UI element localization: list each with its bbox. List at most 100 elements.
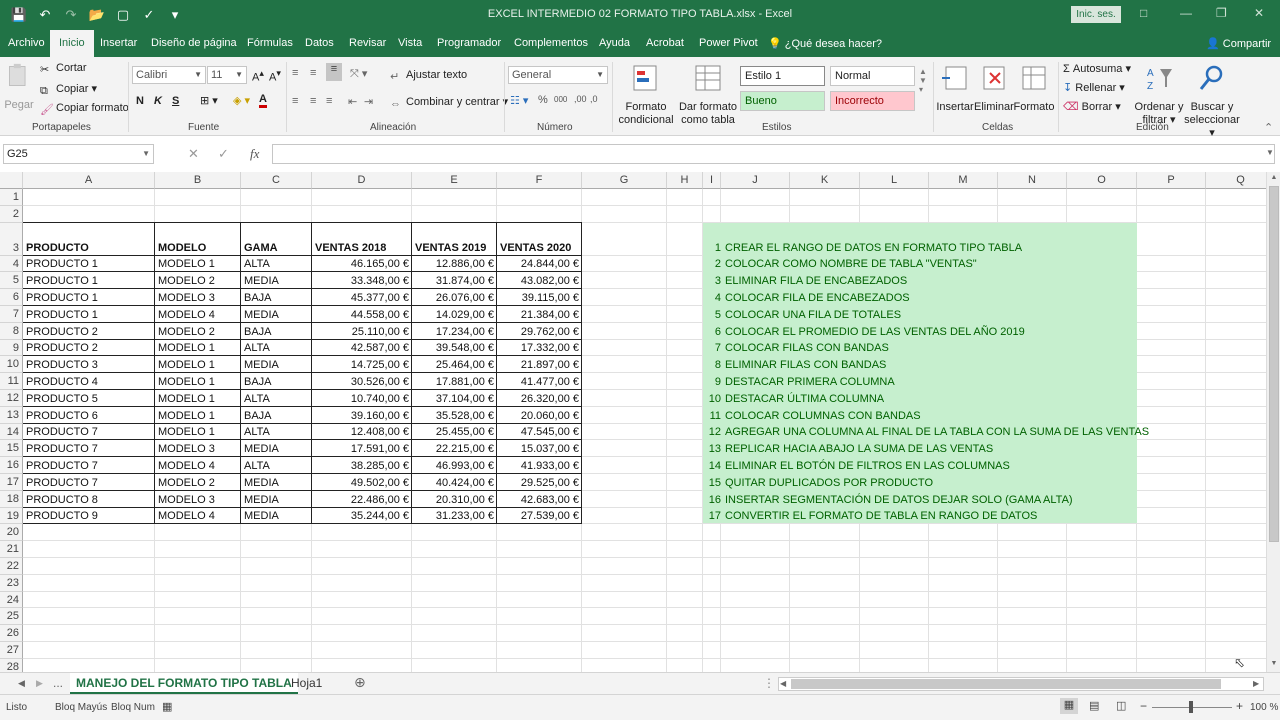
zoom-slider-thumb[interactable]	[1189, 701, 1193, 713]
align-middle-icon[interactable]: ≡	[310, 67, 316, 79]
table-cell[interactable]: MODELO 3	[155, 290, 241, 306]
conditional-format-button[interactable]: Formato condicional	[614, 63, 678, 127]
row-header-16[interactable]: 16	[0, 457, 23, 474]
row-header-28[interactable]: 28	[0, 658, 23, 672]
row-header-6[interactable]: 6	[0, 289, 23, 306]
table-cell[interactable]: PRODUCTO 7	[23, 424, 155, 440]
table-cell[interactable]: 31.233,00 €	[412, 508, 497, 524]
table-cell[interactable]: MEDIA	[241, 357, 312, 373]
table-cell[interactable]: 46.165,00 €	[312, 256, 412, 272]
minimize-icon[interactable]: —	[1180, 6, 1192, 20]
table-cell[interactable]: ALTA	[241, 256, 312, 272]
vertical-scroll-thumb[interactable]	[1269, 186, 1279, 542]
tab-revisar[interactable]: Revisar	[349, 37, 386, 49]
table-cell[interactable]: MEDIA	[241, 441, 312, 457]
add-sheet-icon[interactable]: ⊕	[348, 673, 372, 694]
more-sheets-button[interactable]: ...	[47, 673, 69, 694]
style-estilo1[interactable]: Estilo 1	[740, 66, 825, 86]
collapse-ribbon-icon[interactable]: ⌃	[1264, 121, 1273, 134]
tab-vista[interactable]: Vista	[398, 37, 422, 49]
table-cell[interactable]: PRODUCTO 7	[23, 475, 155, 491]
row-header-12[interactable]: 12	[0, 390, 23, 407]
maximize-icon[interactable]: ❐	[1216, 6, 1227, 20]
table-cell[interactable]: 27.539,00 €	[497, 508, 582, 524]
task-item[interactable]: 5 COLOCAR UNA FILA DE TOTALES	[704, 307, 901, 323]
table-cell[interactable]: ALTA	[241, 424, 312, 440]
row-header-21[interactable]: 21	[0, 541, 23, 558]
align-right-icon[interactable]: ≡	[326, 95, 332, 107]
styles-more-icon[interactable]: ▲ ▼ ▾	[919, 67, 927, 94]
table-cell[interactable]: PRODUCTO 1	[23, 307, 155, 323]
table-cell[interactable]: 25.464,00 €	[412, 357, 497, 373]
row-header-4[interactable]: 4	[0, 255, 23, 273]
task-item[interactable]: 1 CREAR EL RANGO DE DATOS EN FORMATO TIPO…	[704, 240, 1022, 256]
row-header-22[interactable]: 22	[0, 558, 23, 575]
number-format-select[interactable]: General ▼	[508, 66, 608, 84]
task-item[interactable]: 17 CONVERTIR EL FORMATO DE TABLA EN RANGO…	[704, 508, 1038, 524]
table-cell[interactable]: 20.310,00 €	[412, 492, 497, 508]
table-cell[interactable]: 40.424,00 €	[412, 475, 497, 491]
column-header-c[interactable]: C	[241, 172, 312, 189]
shrink-font-icon[interactable]: A▾	[269, 68, 281, 84]
delete-cells-button[interactable]: Eliminar	[974, 63, 1014, 114]
table-cell[interactable]: MODELO 4	[155, 458, 241, 474]
table-cell[interactable]: 17.881,00 €	[412, 374, 497, 390]
table-cell[interactable]: 39.548,00 €	[412, 340, 497, 356]
fill-color-icon[interactable]: ◈ ▾	[233, 94, 250, 107]
table-cell[interactable]: PRODUCTO 6	[23, 408, 155, 424]
insert-function-button[interactable]: fx	[250, 146, 259, 162]
tab-diseno-pagina[interactable]: Diseño de página	[151, 37, 237, 49]
task-item[interactable]: 16 INSERTAR SEGMENTACIÓN DE DATOS DEJAR S…	[704, 492, 1073, 508]
table-cell[interactable]: 21.384,00 €	[497, 307, 582, 323]
row-header-2[interactable]: 2	[0, 205, 23, 223]
table-cell[interactable]: BAJA	[241, 374, 312, 390]
table-cell[interactable]: MODELO 2	[155, 475, 241, 491]
zoom-in-icon[interactable]: +	[1236, 699, 1243, 713]
column-header-j[interactable]: J	[721, 172, 790, 189]
column-header-l[interactable]: L	[860, 172, 929, 189]
font-name-select[interactable]: Calibri ▼	[132, 66, 206, 84]
table-cell[interactable]: 15.037,00 €	[497, 441, 582, 457]
task-item[interactable]: 6 COLOCAR EL PROMEDIO DE LAS VENTAS DEL A…	[704, 324, 1025, 340]
horizontal-scrollbar[interactable]: ◀ ▶	[778, 677, 1264, 691]
table-cell[interactable]: MEDIA	[241, 508, 312, 524]
tab-power-pivot[interactable]: Power Pivot	[699, 37, 758, 49]
style-incorrecto[interactable]: Incorrecto	[830, 91, 915, 111]
tab-programador[interactable]: Programador	[437, 37, 501, 49]
table-cell[interactable]: VENTAS 2019	[412, 240, 497, 256]
table-cell[interactable]: 33.348,00 €	[312, 273, 412, 289]
increase-decimal-icon[interactable]: ,00	[574, 94, 587, 104]
task-item[interactable]: 9 DESTACAR PRIMERA COLUMNA	[704, 374, 895, 390]
ribbon-display-icon[interactable]: □	[1140, 6, 1147, 20]
row-header-20[interactable]: 20	[0, 524, 23, 542]
column-header-h[interactable]: H	[667, 172, 703, 189]
table-cell[interactable]: BAJA	[241, 324, 312, 340]
table-cell[interactable]: 10.740,00 €	[312, 391, 412, 407]
increase-indent-icon[interactable]: ⇥	[364, 95, 373, 108]
scroll-down-icon[interactable]: ▼	[1268, 660, 1280, 670]
tab-formulas[interactable]: Fórmulas	[247, 37, 293, 49]
tab-datos[interactable]: Datos	[305, 37, 334, 49]
task-item[interactable]: 7 COLOCAR FILAS CON BANDAS	[704, 340, 889, 356]
table-cell[interactable]: VENTAS 2018	[312, 240, 412, 256]
table-cell[interactable]: 44.558,00 €	[312, 307, 412, 323]
row-header-5[interactable]: 5	[0, 272, 23, 290]
table-cell[interactable]: MODELO	[155, 240, 241, 256]
cancel-icon[interactable]: ✕	[188, 146, 199, 162]
table-cell[interactable]: 24.844,00 €	[497, 256, 582, 272]
row-header-24[interactable]: 24	[0, 591, 23, 609]
row-header-13[interactable]: 13	[0, 406, 23, 424]
row-header-11[interactable]: 11	[0, 373, 23, 390]
sign-in-button[interactable]: Inic. ses.	[1071, 6, 1121, 23]
table-cell[interactable]: PRODUCTO 1	[23, 290, 155, 306]
table-cell[interactable]: PRODUCTO 9	[23, 508, 155, 524]
align-left-icon[interactable]: ≡	[292, 95, 298, 107]
table-cell[interactable]: 25.110,00 €	[312, 324, 412, 340]
column-header-a[interactable]: A	[23, 172, 155, 189]
zoom-out-icon[interactable]: −	[1140, 699, 1147, 713]
grow-font-icon[interactable]: A▴	[252, 68, 264, 84]
table-cell[interactable]: BAJA	[241, 290, 312, 306]
row-header-15[interactable]: 15	[0, 440, 23, 458]
name-box[interactable]: G25 ▼	[3, 144, 154, 164]
sheet-tab-hoja1[interactable]: Hoja1	[285, 673, 328, 694]
